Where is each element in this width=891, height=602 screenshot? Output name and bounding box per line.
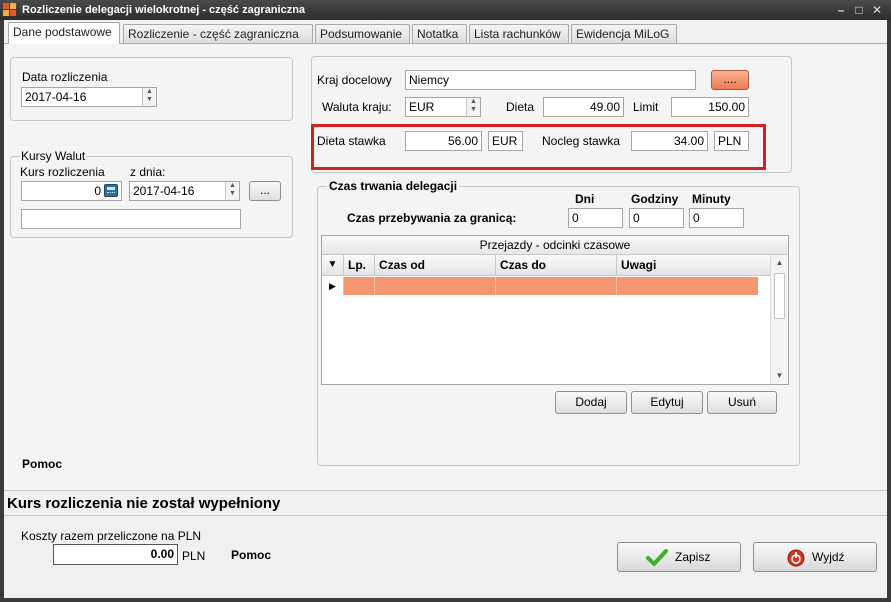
row-pointer-icon: ▶: [322, 277, 344, 295]
exit-button[interactable]: Wyjdź: [753, 542, 877, 572]
hours-label: Godziny: [631, 192, 679, 206]
table-row[interactable]: ▶: [322, 277, 758, 295]
days-field[interactable]: 0: [568, 208, 623, 228]
country-label: Kraj docelowy: [317, 73, 392, 87]
highlight-annotation-box: [311, 124, 766, 170]
limit-field[interactable]: 150.00: [671, 97, 749, 117]
exchange-rate-value: 0: [94, 184, 101, 198]
total-label: Koszty razem przeliczone na PLN: [21, 529, 202, 543]
scrollbar-thumb[interactable]: [774, 273, 785, 319]
browse-rate-button[interactable]: ...: [249, 181, 281, 201]
settlement-date-value: 2017-04-16: [25, 90, 87, 104]
hours-field[interactable]: 0: [629, 208, 684, 228]
from-date-field[interactable]: 2017-04-16 ▲ ▼: [129, 181, 240, 201]
from-date-spin-icon[interactable]: ▲ ▼: [225, 182, 239, 200]
exchange-rate-label: Kurs rozliczenia: [20, 165, 105, 179]
country-select-button[interactable]: ....: [711, 70, 749, 90]
status-message: Kurs rozliczenia nie został wypełniony: [4, 490, 887, 516]
limit-label: Limit: [633, 100, 659, 114]
currency-spin-icon[interactable]: ▲ ▼: [466, 98, 480, 116]
tab-lista-rachunkow[interactable]: Lista rachunków: [469, 24, 569, 44]
table-cell[interactable]: [496, 277, 617, 295]
help-label-bottom: Pomoc: [231, 548, 272, 562]
table-cell[interactable]: [617, 277, 758, 295]
duration-group-label: Czas trwania delegacji: [327, 179, 460, 193]
exit-icon: [787, 549, 805, 567]
tab-notatka[interactable]: Notatka: [412, 24, 467, 44]
delete-trip-button[interactable]: Usuń: [707, 391, 777, 414]
tab-podsumowanie[interactable]: Podsumowanie: [315, 24, 410, 44]
help-label-left: Pomoc: [22, 457, 63, 471]
total-field: 0.00: [53, 544, 178, 565]
save-button[interactable]: Zapisz: [617, 542, 741, 572]
currency-field[interactable]: EUR ▲ ▼: [405, 97, 481, 117]
from-date-label: z dnia:: [130, 165, 166, 179]
minutes-field[interactable]: 0: [689, 208, 744, 228]
close-icon[interactable]: ✕: [870, 3, 884, 17]
settlement-date-label: Data rozliczenia: [22, 70, 108, 84]
minimize-icon[interactable]: –: [834, 3, 848, 17]
scroll-down-icon[interactable]: ▼: [771, 368, 788, 384]
table-cell[interactable]: [375, 277, 496, 295]
currency-value: EUR: [409, 100, 435, 114]
settlement-date-field[interactable]: 2017-04-16 ▲ ▼: [21, 87, 157, 107]
diet-field[interactable]: 49.00: [543, 97, 624, 117]
diet-label: Dieta: [506, 100, 535, 114]
trips-caption: Przejazdy - odcinki czasowe: [322, 236, 788, 255]
trips-header-row: ▼ Lp. Czas od Czas do Uwagi: [322, 255, 770, 276]
exit-button-label: Wyjdź: [812, 550, 845, 564]
currency-label: Waluta kraju:: [322, 100, 392, 114]
add-trip-button[interactable]: Dodaj: [555, 391, 627, 414]
table-cell[interactable]: [344, 277, 375, 295]
country-field[interactable]: Niemcy: [405, 70, 696, 90]
checkmark-icon: [646, 549, 668, 566]
from-date-value: 2017-04-16: [133, 184, 195, 198]
exchange-rates-group-label: Kursy Walut: [20, 149, 87, 163]
scroll-up-icon[interactable]: ▲: [771, 255, 788, 271]
row-selector-header-icon[interactable]: ▼: [322, 255, 344, 275]
calculator-icon[interactable]: [104, 184, 118, 197]
app-icon: [3, 3, 17, 17]
date-spin-icon[interactable]: ▲ ▼: [142, 88, 156, 106]
title-bar[interactable]: Rozliczenie delegacji wielokrotnej - czę…: [0, 0, 891, 20]
tab-dane-podstawowe[interactable]: Dane podstawowe: [8, 22, 120, 44]
exchange-extra-field[interactable]: [21, 209, 241, 229]
column-header-czas-do[interactable]: Czas do: [496, 255, 617, 275]
total-currency: PLN: [182, 549, 206, 563]
minutes-label: Minuty: [692, 192, 731, 206]
edit-trip-button[interactable]: Edytuj: [631, 391, 703, 414]
column-header-czas-od[interactable]: Czas od: [375, 255, 496, 275]
trips-scrollbar[interactable]: ▲ ▼: [770, 255, 788, 384]
window-title: Rozliczenie delegacji wielokrotnej - czę…: [22, 4, 306, 16]
column-header-lp[interactable]: Lp.: [344, 255, 375, 275]
save-button-label: Zapisz: [675, 550, 711, 564]
maximize-icon[interactable]: □: [852, 3, 866, 17]
abroad-time-label: Czas przebywania za granicą:: [347, 211, 517, 225]
days-label: Dni: [575, 192, 595, 206]
tab-rozliczenie[interactable]: Rozliczenie - część zagraniczna: [123, 24, 313, 44]
tab-ewidencja-milog[interactable]: Ewidencja MiLoG: [571, 24, 677, 44]
column-header-uwagi[interactable]: Uwagi: [617, 255, 770, 275]
